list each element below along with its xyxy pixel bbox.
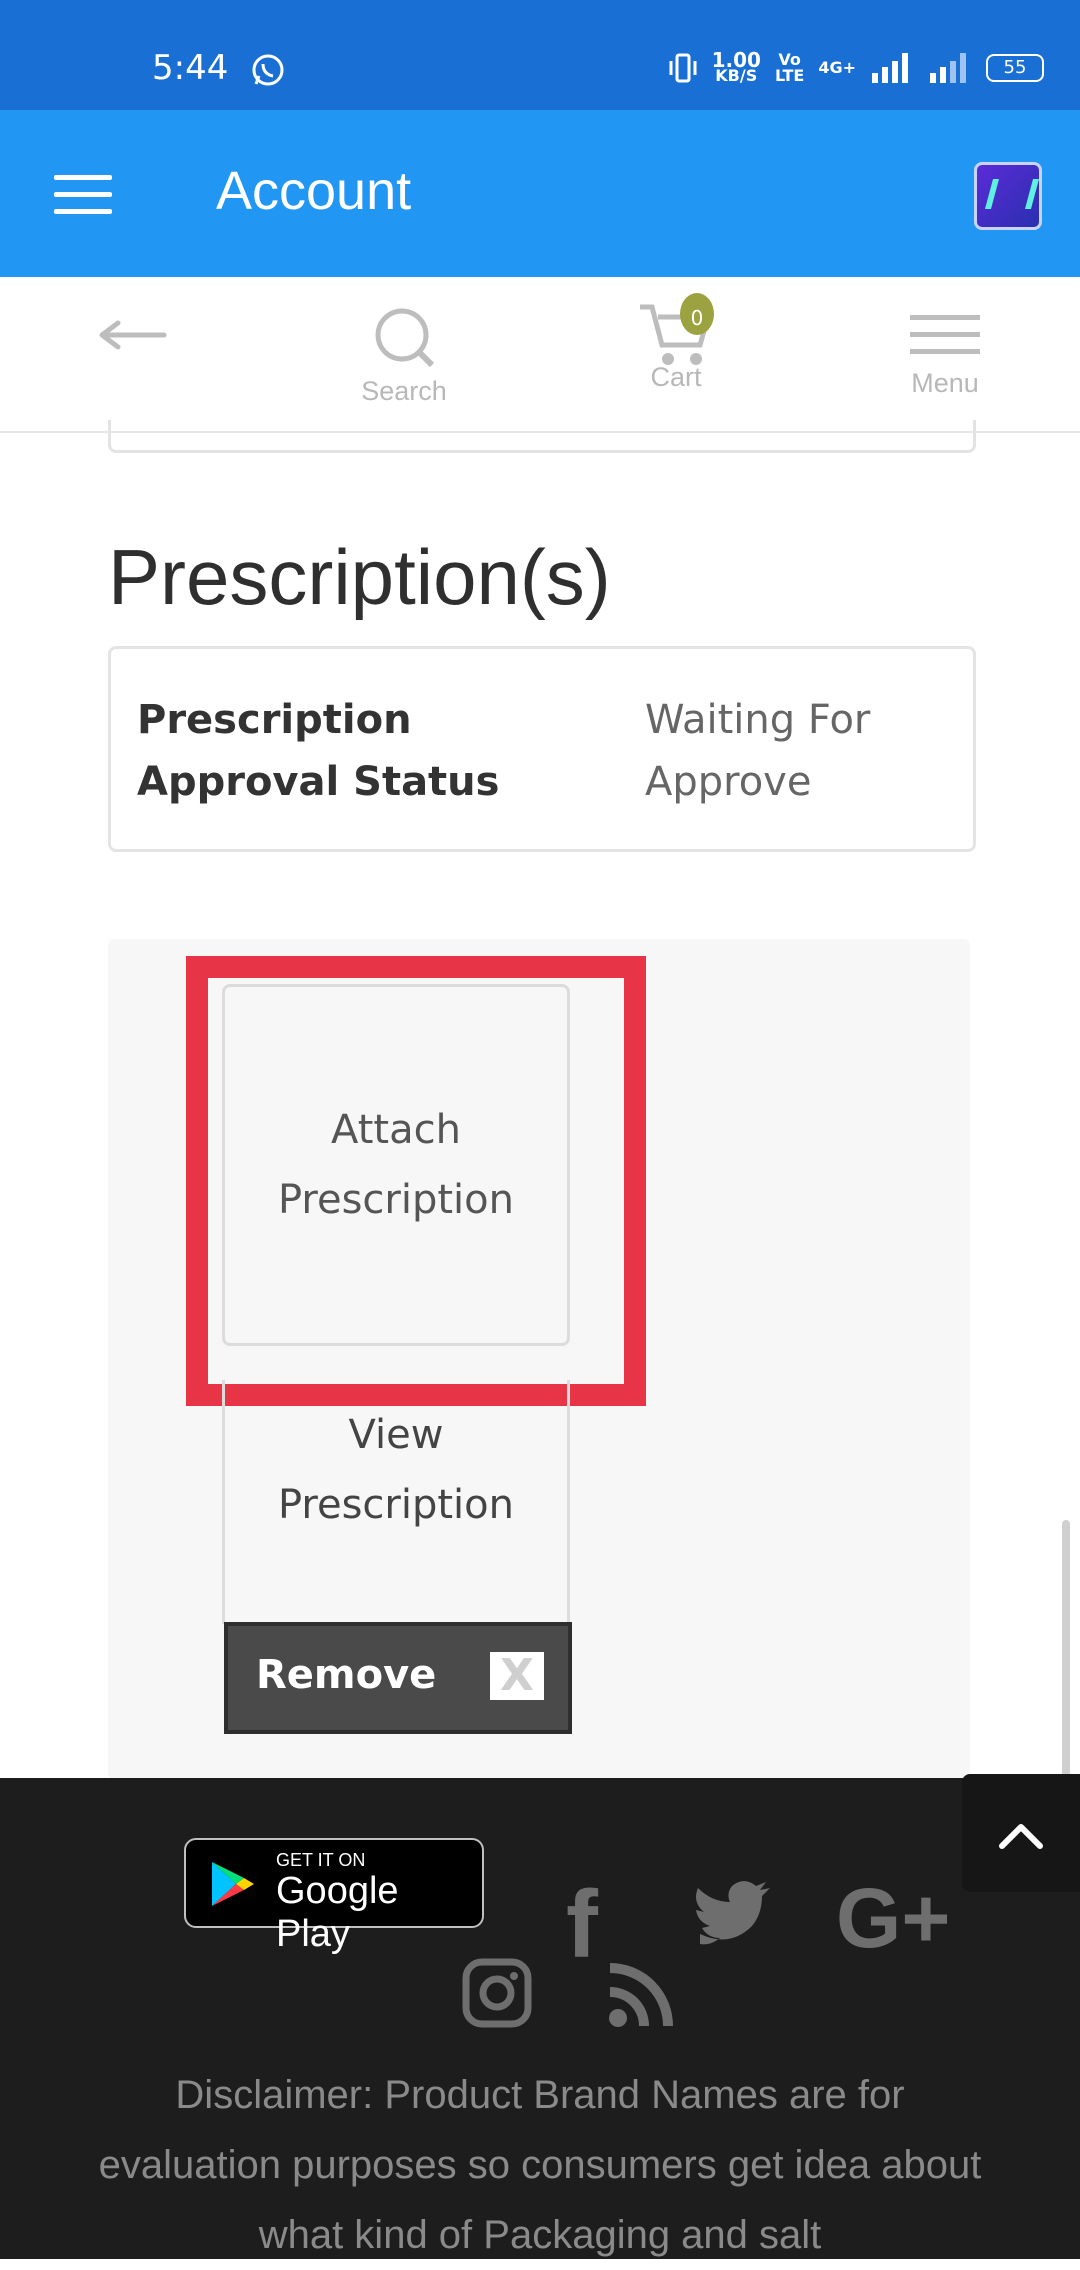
- approval-status-card: Prescription Approval Status Waiting For…: [108, 646, 976, 852]
- disclaimer-text: Disclaimer: Product Brand Names are for …: [98, 2073, 982, 2257]
- remove-label: Remove: [256, 1652, 437, 1698]
- network-type: 4G+: [818, 58, 856, 77]
- app-logo[interactable]: [974, 162, 1042, 230]
- app-bar: Account: [0, 110, 1080, 277]
- menu-icon: [910, 315, 980, 354]
- signal-2-icon: [930, 53, 966, 83]
- nav-cart[interactable]: Cart: [620, 299, 732, 393]
- battery-indicator: 55: [986, 54, 1044, 82]
- google-play-badge[interactable]: GET IT ON Google Play: [184, 1838, 484, 1955]
- approval-status-value: Waiting For Approve: [645, 697, 871, 805]
- nav-search[interactable]: Search: [348, 307, 460, 407]
- nav-toolbar: Search Cart 0 Menu: [0, 277, 1080, 433]
- status-icons: 1.00 KB/S Vo LTE 4G+ 55: [668, 46, 1044, 90]
- google-play-big-text: Google Play: [276, 1870, 399, 1955]
- remove-button[interactable]: Remove X: [224, 1622, 572, 1734]
- view-prescription-label: View Prescription: [278, 1412, 514, 1528]
- google-play-small-text: GET IT ON: [276, 1850, 366, 1870]
- nav-menu[interactable]: Menu: [884, 315, 1006, 399]
- previous-card-bottom: [108, 420, 976, 453]
- nav-menu-label: Menu: [911, 368, 979, 398]
- footer: GET IT ON Google Play f G+ Disclaimer: P…: [0, 1778, 1080, 2259]
- google-plus-icon[interactable]: G+: [836, 1870, 950, 1967]
- vibrate-icon: [669, 53, 697, 83]
- section-heading: Prescription(s): [108, 533, 611, 621]
- cart-count-badge: 0: [680, 293, 714, 335]
- remove-x-icon: X: [490, 1652, 544, 1700]
- volte-indicator: Vo LTE: [774, 50, 805, 85]
- facebook-icon[interactable]: f: [566, 1870, 598, 1980]
- whatsapp-icon: [252, 54, 284, 86]
- status-bar: 5:44 1.00 KB/S Vo LTE 4G+ 55: [0, 0, 1080, 110]
- hamburger-icon[interactable]: [54, 175, 112, 215]
- google-play-icon: [212, 1862, 254, 1906]
- twitter-icon[interactable]: [694, 1874, 774, 1954]
- approval-status-label: Prescription Approval Status: [137, 697, 500, 805]
- highlight-box: [186, 956, 646, 1406]
- view-prescription-link[interactable]: View Prescription: [222, 1380, 570, 1624]
- rss-icon[interactable]: [606, 1958, 678, 2030]
- signal-icon: [872, 53, 908, 83]
- chevron-up-icon: [999, 1824, 1043, 1849]
- nav-search-label: Search: [361, 376, 447, 406]
- back-arrow-icon[interactable]: [98, 315, 168, 355]
- instagram-icon[interactable]: [462, 1958, 532, 2028]
- search-icon: [375, 308, 435, 368]
- net-speed: 1.00 KB/S: [711, 48, 761, 85]
- status-time: 5:44: [152, 48, 229, 88]
- scroll-to-top-button[interactable]: [962, 1774, 1080, 1892]
- page-title: Account: [216, 161, 412, 221]
